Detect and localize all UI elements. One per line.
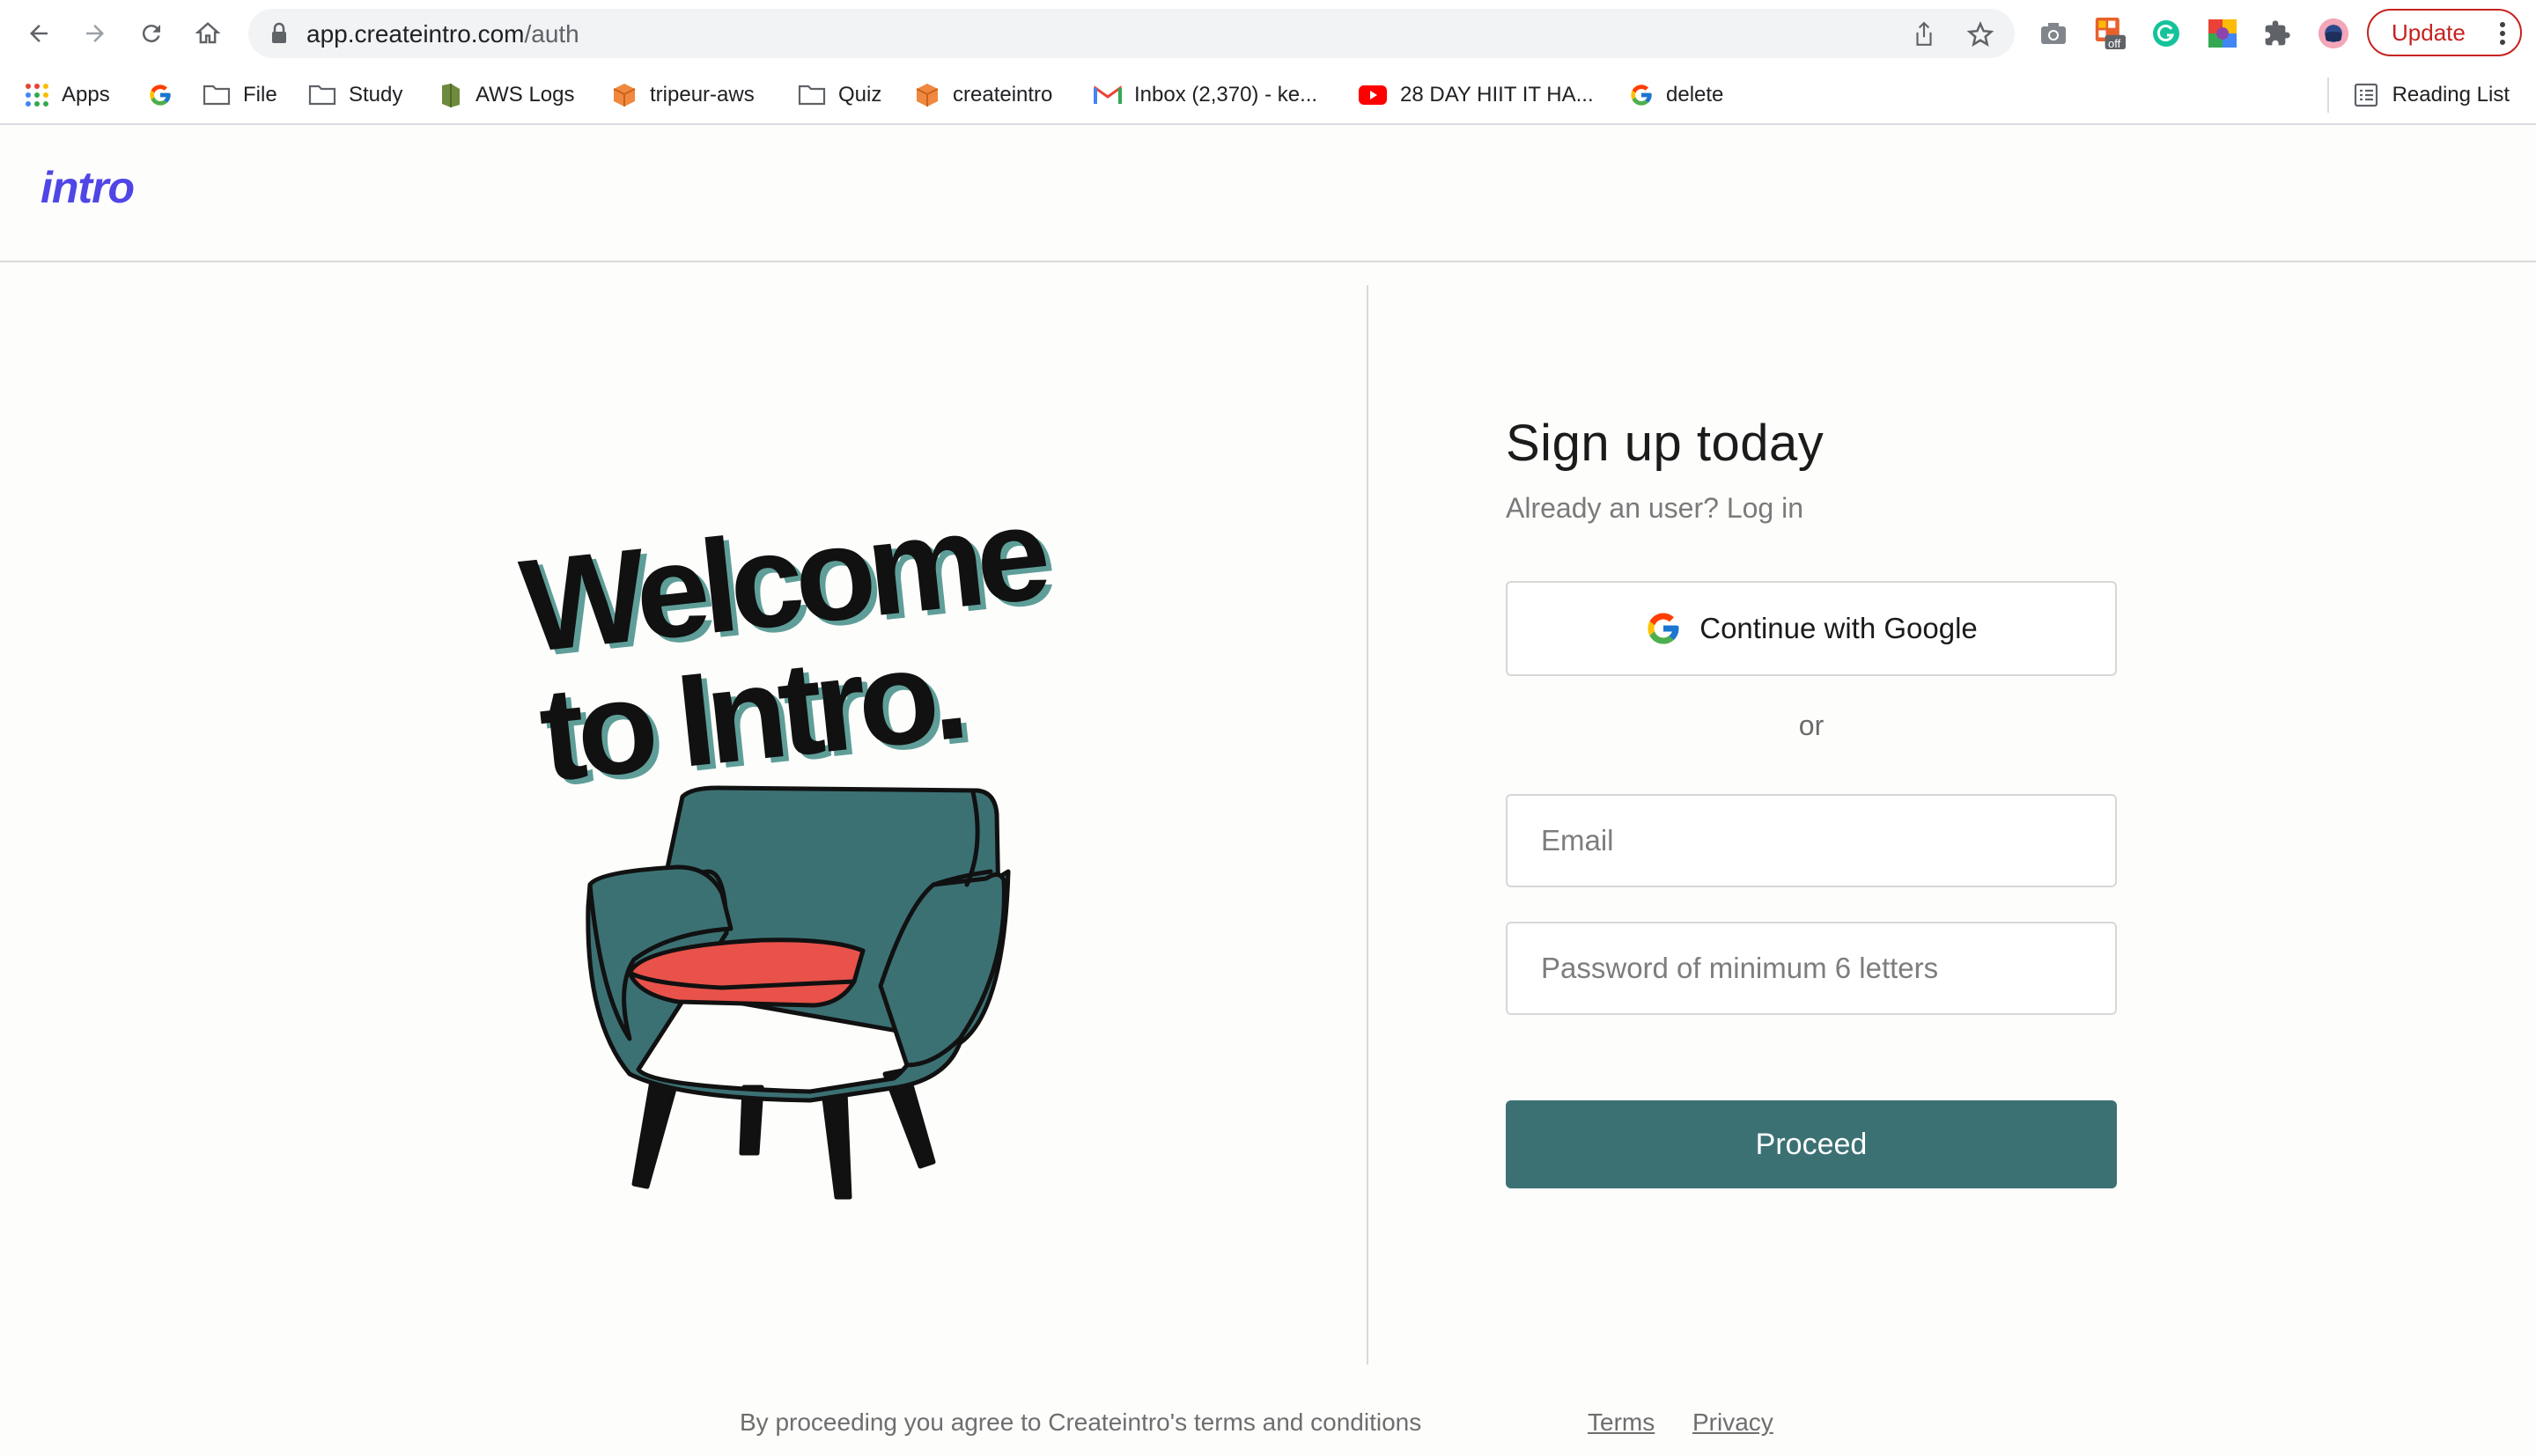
url-text: app.createintro.com/auth (306, 20, 579, 48)
gmail-icon (1094, 85, 1122, 104)
bookmark-label: Study (349, 83, 403, 107)
cube-icon (613, 84, 636, 107)
url-path: /auth (524, 20, 579, 48)
grammarly-icon (2153, 20, 2179, 47)
forward-button[interactable] (74, 12, 116, 55)
reading-list-icon (2354, 83, 2378, 107)
bookmark-study[interactable]: Study (308, 77, 402, 113)
bookmark-star-button[interactable] (1965, 19, 1995, 49)
google-icon (1631, 85, 1652, 106)
bookmarks-bar: Apps File Study AWS Logs tripeur-aws Qui… (0, 69, 2536, 123)
color-picker-icon (2208, 19, 2237, 48)
arrow-right-icon (86, 25, 104, 42)
browser-chrome: app.createintro.com/auth off Update Apps… (0, 0, 2536, 125)
browser-toolbar: app.createintro.com/auth off Update (0, 0, 2536, 67)
url-host: app.createintro.com (306, 20, 525, 48)
extension-color[interactable] (2207, 18, 2238, 49)
google-icon (150, 85, 171, 106)
bookmark-label: Apps (62, 83, 110, 107)
star-icon (1967, 21, 1994, 47)
cube-icon (916, 84, 939, 107)
extension-grammarly[interactable] (2150, 18, 2182, 49)
bookmark-aws-logs[interactable]: AWS Logs (439, 77, 575, 113)
update-label: Update (2392, 18, 2466, 46)
proceed-button[interactable]: Proceed (1506, 1100, 2117, 1188)
reload-icon (142, 25, 160, 43)
bookmark-google[interactable] (148, 77, 173, 113)
bookmark-createintro[interactable]: createintro (914, 77, 1052, 113)
folder-icon (203, 85, 231, 106)
home-button[interactable] (187, 12, 229, 55)
share-button[interactable] (1909, 19, 1939, 49)
more-vertical-icon (2500, 22, 2505, 45)
apps-grid-icon (26, 84, 48, 107)
bookmark-hiit[interactable]: 28 DAY HIIT IT HA... (1358, 77, 1594, 113)
update-button[interactable]: Update (2367, 9, 2522, 56)
home-icon (195, 22, 221, 44)
extension-off-badge: off (2108, 37, 2121, 50)
password-field[interactable] (1506, 922, 2117, 1015)
google-button-label: Continue with Google (1699, 612, 1978, 644)
arrow-left-icon (30, 25, 48, 42)
youtube-icon (1359, 85, 1387, 105)
address-bar[interactable]: app.createintro.com/auth (248, 9, 2015, 58)
email-field[interactable] (1506, 794, 2117, 887)
bookmark-quiz[interactable]: Quiz (798, 77, 881, 113)
bookmark-label: delete (1666, 83, 1724, 107)
armchair-illustration (586, 785, 1011, 1200)
or-separator: or (1798, 710, 1825, 741)
extensions-button[interactable] (2261, 18, 2293, 49)
privacy-link[interactable]: Privacy (1692, 1408, 1773, 1437)
share-icon (1916, 21, 1932, 46)
extension-camera[interactable] (2038, 18, 2069, 49)
continue-with-google-button[interactable]: Continue with Google (1506, 581, 2117, 676)
bookmark-label: tripeur-aws (650, 83, 755, 107)
profile-avatar[interactable] (2318, 18, 2349, 49)
lock-icon (272, 22, 286, 43)
site-header: intro (0, 125, 2536, 262)
camera-icon (2041, 23, 2066, 44)
bookmark-inbox[interactable]: Inbox (2,370) - ke... (1094, 77, 1317, 113)
reload-button[interactable] (130, 12, 173, 55)
bookmark-label: File (243, 83, 277, 107)
bookmark-label: createintro (953, 83, 1053, 107)
folder-icon (308, 85, 336, 106)
signup-title: Sign up today (1506, 415, 1825, 472)
terms-agreement-text: By proceeding you agree to Createintro's… (740, 1408, 1422, 1436)
bookmark-label: AWS Logs (476, 83, 575, 107)
folder-icon (798, 85, 826, 106)
aws-icon (442, 84, 460, 107)
login-link[interactable]: Already an user? Log in (1506, 492, 2117, 525)
bookmark-label: 28 DAY HIIT IT HA... (1400, 83, 1594, 107)
extension-off[interactable]: off (2094, 18, 2126, 50)
vertical-divider (1367, 285, 1368, 1364)
bookmark-label: Inbox (2,370) - ke... (1134, 83, 1318, 107)
signup-panel: Sign up today Already an user? Log in (1506, 414, 2117, 525)
reading-list-label: Reading List (2392, 83, 2510, 107)
welcome-heading: Welcome Welcome to Intro. to Intro. (514, 478, 1058, 810)
google-icon (1648, 613, 1679, 644)
bookmark-tripeur-aws[interactable]: tripeur-aws (611, 77, 755, 113)
intro-logo[interactable]: intro (41, 162, 135, 213)
terms-link[interactable]: Terms (1588, 1408, 1655, 1437)
bookmark-apps[interactable]: Apps (25, 77, 110, 113)
puzzle-icon (2265, 20, 2290, 46)
avatar-icon (2318, 18, 2349, 49)
bookmark-file[interactable]: File (203, 77, 277, 113)
back-button[interactable] (18, 12, 60, 55)
bookmark-label: Quiz (838, 83, 882, 107)
bookmark-delete[interactable]: delete (1629, 77, 1723, 113)
reading-list-button[interactable]: Reading List (2326, 77, 2510, 113)
